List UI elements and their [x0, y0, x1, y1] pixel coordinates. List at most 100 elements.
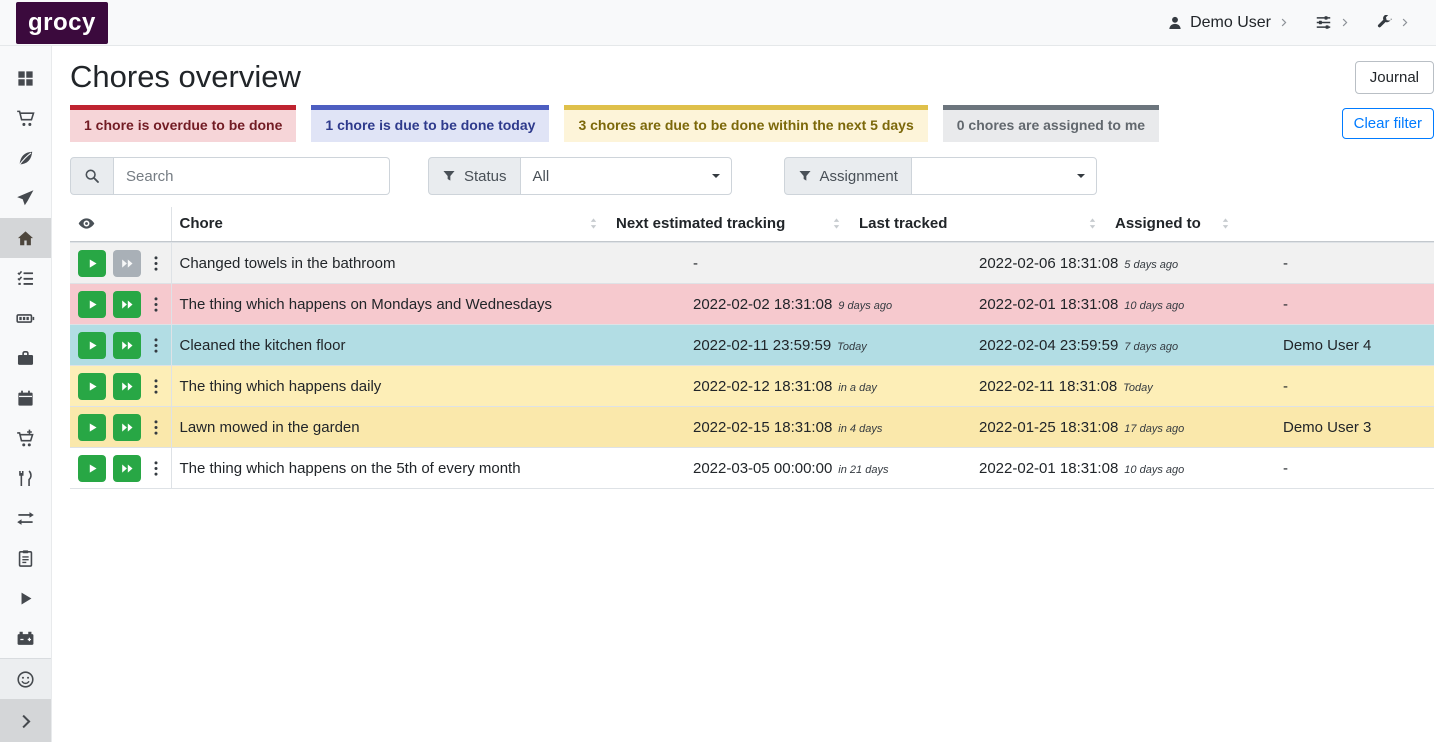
play-icon	[86, 298, 99, 311]
play-icon	[86, 462, 99, 475]
last-tracked-relative: Today	[1123, 382, 1153, 394]
chore-context-menu-button[interactable]	[153, 254, 159, 273]
status-banner[interactable]: 1 chore is due to be done today	[311, 105, 549, 142]
next-tracking-time: -	[693, 255, 698, 272]
column-header-assigned-to[interactable]: Assigned to	[1107, 207, 1240, 242]
chore-name: Cleaned the kitchen floor	[180, 337, 346, 354]
column-header-chore[interactable]: Chore	[171, 207, 608, 242]
main-content: Chores overview Journal 1 chore is overd…	[52, 46, 1436, 489]
column-header-next-tracking[interactable]: Next estimated tracking	[608, 207, 851, 242]
briefcase-icon	[16, 349, 35, 368]
app-logo[interactable]: grocy	[16, 2, 108, 44]
admin-menu[interactable]	[1376, 15, 1410, 31]
sidebar-item-tasks[interactable]	[0, 258, 51, 298]
sidebar-item-clipboard[interactable]	[0, 538, 51, 578]
chore-context-menu-button[interactable]	[153, 295, 159, 314]
calendar-icon	[16, 389, 35, 408]
fast-forward-icon	[120, 420, 135, 435]
skip-chore-button[interactable]	[113, 250, 141, 277]
status-banner-list: 1 chore is overdue to be done 1 chore is…	[70, 105, 1174, 142]
sidebar-item-cart-plus[interactable]	[0, 418, 51, 458]
sidebar-expand-toggle[interactable]	[0, 699, 51, 742]
column-header-empty	[1240, 207, 1434, 242]
settings-menu[interactable]	[1315, 14, 1350, 31]
status-banner[interactable]: 1 chore is overdue to be done	[70, 105, 296, 142]
assigned-user: Demo User 3	[1283, 419, 1371, 436]
sort-icon	[830, 216, 843, 231]
track-chore-execution-button[interactable]	[78, 250, 106, 277]
skip-chore-button[interactable]	[113, 291, 141, 318]
assignment-filter-group: Assignment	[784, 157, 1097, 195]
chore-context-menu-button[interactable]	[153, 377, 159, 396]
sidebar-item-utensils[interactable]	[0, 458, 51, 498]
user-menu[interactable]: Demo User	[1167, 14, 1289, 32]
clear-filter-button[interactable]: Clear filter	[1342, 108, 1434, 139]
track-chore-execution-button[interactable]	[78, 455, 106, 482]
ellipsis-vertical-icon	[153, 459, 159, 478]
chore-context-menu-button[interactable]	[153, 418, 159, 437]
table-row: The thing which happens on Mondays and W…	[70, 284, 1434, 325]
sidebar-item-boxes[interactable]	[0, 58, 51, 98]
ellipsis-vertical-icon	[153, 418, 159, 437]
status-banner[interactable]: 3 chores are due to be done within the n…	[564, 105, 927, 142]
ellipsis-vertical-icon	[153, 295, 159, 314]
table-row: Lawn mowed in the garden 2022-02-15 18:3…	[70, 407, 1434, 448]
assigned-user: Demo User 4	[1283, 337, 1371, 354]
sidebar-item-smiley[interactable]	[0, 659, 51, 699]
assigned-user: -	[1283, 296, 1288, 313]
search-input[interactable]	[114, 157, 390, 195]
next-tracking-time: 2022-02-15 18:31:08	[693, 419, 832, 436]
track-chore-execution-button[interactable]	[78, 414, 106, 441]
chores-table-rows: Changed towels in the bathroom - 2022-02…	[70, 242, 1434, 489]
sort-icon	[1086, 216, 1099, 231]
next-tracking-relative: in 21 days	[838, 464, 888, 476]
last-tracked-time: 2022-02-06 18:31:08	[979, 255, 1118, 272]
next-tracking-time: 2022-02-12 18:31:08	[693, 378, 832, 395]
sidebar-item-play[interactable]	[0, 578, 51, 618]
chevron-right-icon	[1339, 17, 1350, 28]
sidebar-item-chores-overview[interactable]	[0, 218, 51, 258]
status-select-value: All	[533, 168, 550, 185]
ellipsis-vertical-icon	[153, 336, 159, 355]
paper-plane-icon	[16, 189, 35, 208]
assignment-select[interactable]	[911, 157, 1097, 195]
sidebar-item-car-battery[interactable]	[0, 618, 51, 658]
assigned-user: -	[1283, 378, 1288, 395]
banner-text: 1 chore is due to be done today	[325, 117, 535, 133]
skip-chore-button[interactable]	[113, 332, 141, 359]
track-chore-execution-button[interactable]	[78, 373, 106, 400]
sidebar-item-calendar[interactable]	[0, 378, 51, 418]
status-select[interactable]: All	[520, 157, 732, 195]
utensils-icon	[16, 469, 35, 488]
sidebar-item-exchange[interactable]	[0, 498, 51, 538]
skip-chore-button[interactable]	[113, 455, 141, 482]
track-chore-execution-button[interactable]	[78, 291, 106, 318]
fast-forward-icon	[120, 338, 135, 353]
play-icon	[86, 380, 99, 393]
chore-context-menu-button[interactable]	[153, 459, 159, 478]
fast-forward-icon	[120, 379, 135, 394]
sidebar-item-paper-plane[interactable]	[0, 178, 51, 218]
last-tracked-time: 2022-02-01 18:31:08	[979, 296, 1118, 313]
wrench-icon	[1376, 15, 1392, 31]
sidebar-bottom-section	[0, 658, 51, 699]
chores-table-body: Changed towels in the bathroom - 2022-02…	[70, 243, 1434, 489]
status-filter-group: Status All	[428, 157, 732, 195]
chore-context-menu-button[interactable]	[153, 336, 159, 355]
status-banner[interactable]: 0 chores are assigned to me	[943, 105, 1159, 142]
sidebar-item-leaf[interactable]	[0, 138, 51, 178]
track-chore-execution-button[interactable]	[78, 332, 106, 359]
sidebar-item-shopping-cart[interactable]	[0, 98, 51, 138]
next-tracking-time: 2022-02-02 18:31:08	[693, 296, 832, 313]
column-visibility-header[interactable]	[70, 207, 171, 242]
sidebar-item-battery[interactable]	[0, 298, 51, 338]
table-row: Changed towels in the bathroom - 2022-02…	[70, 243, 1434, 284]
skip-chore-button[interactable]	[113, 373, 141, 400]
next-tracking-relative: 9 days ago	[838, 300, 892, 312]
play-icon	[86, 421, 99, 434]
fast-forward-icon	[120, 297, 135, 312]
journal-button[interactable]: Journal	[1355, 61, 1434, 94]
column-header-last-tracked[interactable]: Last tracked	[851, 207, 1107, 242]
skip-chore-button[interactable]	[113, 414, 141, 441]
sidebar-item-briefcase[interactable]	[0, 338, 51, 378]
